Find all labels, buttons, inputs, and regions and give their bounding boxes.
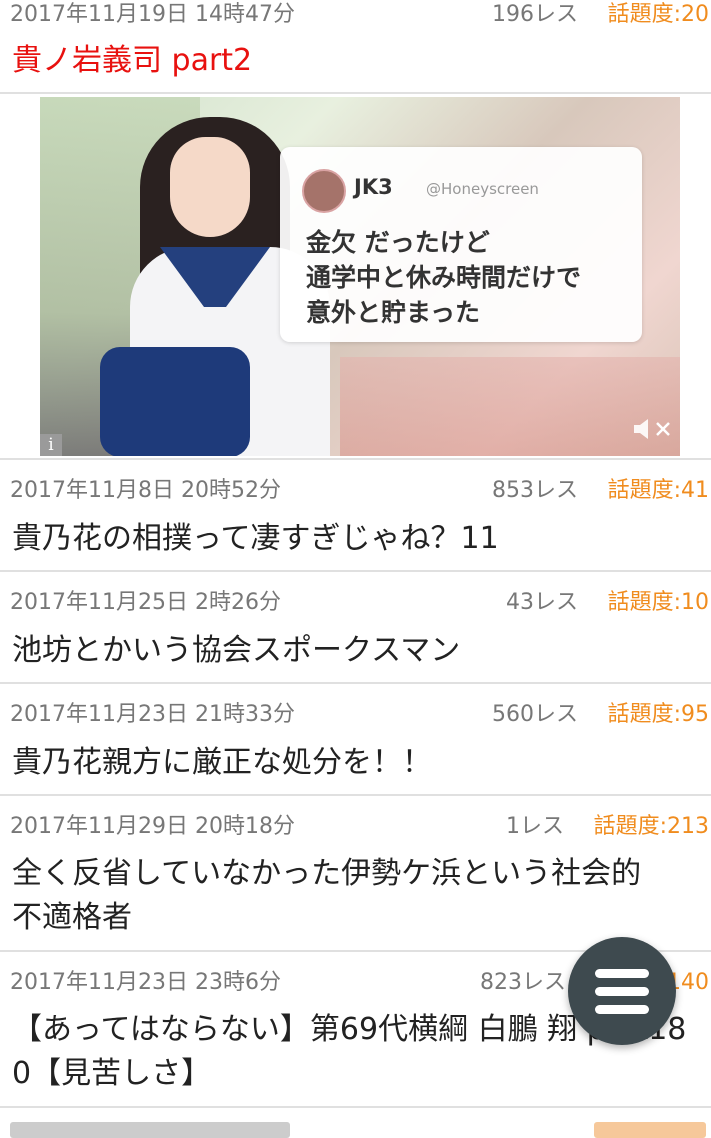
thread-res-count: 853レス: [492, 478, 578, 503]
thread-item[interactable]: 2017年11月29日 20時18分 1レス 話題度:213 全く反省していなか…: [0, 796, 711, 952]
thread-topic-score: 話題度:20: [607, 2, 709, 27]
thread-res-count: 560レス: [492, 702, 578, 727]
menu-bar: [595, 969, 649, 978]
thread-title[interactable]: 貴乃花親方に厳正な処分を！！: [12, 744, 697, 782]
thread-topic-score: 話題度:10: [607, 590, 709, 615]
thread-res-count: 43レス: [506, 590, 578, 615]
ad-person-face: [170, 137, 250, 237]
thread-res-count: 196レス: [492, 2, 578, 27]
ad-name: JK3: [354, 175, 393, 199]
thread-title[interactable]: 貴乃花の相撲って凄すぎじゃね？11: [12, 520, 697, 558]
thread-item[interactable]: 2017年11月19日 14時47分 196レス 話題度:20 貴ノ岩義司 pa…: [0, 0, 711, 94]
thread-title[interactable]: 池坊とかいう協会スポークスマン: [12, 632, 697, 670]
thread-item[interactable]: 2017年11月23日 21時33分 560レス 話題度:95 貴乃花親方に厳正…: [0, 684, 711, 796]
ad-avatar: [302, 169, 346, 213]
thread-title[interactable]: 全く反省していなかった伊勢ケ浜という社会的 不適格者: [12, 852, 697, 940]
thread-item[interactable]: 2017年11月8日 20時52分 853レス 話題度:41 貴乃花の相撲って凄…: [0, 460, 711, 572]
hamburger-menu-icon[interactable]: [568, 937, 676, 1045]
menu-bar: [595, 987, 649, 996]
thread-meta: 2017年11月19日 14時47分 196レス 話題度:20: [10, 0, 711, 30]
mute-icon[interactable]: [632, 416, 674, 442]
thread-date: 2017年11月19日 14時47分: [10, 2, 295, 27]
thread-title-line: 0【見苦しさ】: [12, 1056, 212, 1091]
thread-title-line: 不適格者: [12, 900, 132, 935]
thread-date: 2017年11月29日 20時18分: [10, 814, 295, 839]
ad-background-path: [340, 357, 680, 456]
thread-date: 2017年11月25日 2時26分: [10, 590, 281, 615]
thread-topic-score: 話題度:213: [593, 814, 709, 839]
thread-date: 2017年11月23日 23時6分: [10, 970, 281, 995]
ad-banner[interactable]: JK3 @Honeyscreen 金欠 だったけど 通学中と休み時間だけで 意外…: [0, 94, 711, 460]
ad-message: 金欠 だったけど 通学中と休み時間だけで 意外と貯まった: [306, 228, 582, 327]
ad-handle: @Honeyscreen: [426, 180, 539, 198]
thread-meta: 2017年11月25日 2時26分 43レス 話題度:10: [10, 588, 711, 618]
info-icon[interactable]: i: [40, 434, 62, 456]
thread-meta: 2017年11月8日 20時52分 853レス 話題度:41: [10, 476, 711, 506]
thread-meta: 2017年11月29日 20時18分 1レス 話題度:213: [10, 812, 711, 842]
thread-title-line: 全く反省していなかった伊勢ケ浜という社会的: [12, 856, 642, 891]
thread-date-placeholder: [10, 1122, 290, 1138]
menu-bar: [595, 1005, 649, 1014]
thread-date: 2017年11月23日 21時33分: [10, 702, 295, 727]
thread-item[interactable]: 2017年11月25日 2時26分 43レス 話題度:10 池坊とかいう協会スポ…: [0, 572, 711, 684]
thread-res-count: 823レス: [480, 970, 566, 995]
thread-topic-score: 話題度:95: [607, 702, 709, 727]
thread-meta: 2017年11月23日 21時33分 560レス 話題度:95: [10, 700, 711, 730]
ad-person-bag: [100, 347, 250, 456]
thread-title[interactable]: 貴ノ岩義司 part2: [12, 42, 697, 80]
thread-topic-score: 話題度:41: [607, 478, 709, 503]
ad-tweet-card: JK3 @Honeyscreen 金欠 だったけど 通学中と休み時間だけで 意外…: [280, 147, 642, 342]
ad-image[interactable]: JK3 @Honeyscreen 金欠 だったけど 通学中と休み時間だけで 意外…: [40, 97, 680, 456]
thread-topic-placeholder: [594, 1122, 706, 1138]
thread-res-count: 1レス: [506, 814, 564, 839]
thread-date: 2017年11月8日 20時52分: [10, 478, 281, 503]
